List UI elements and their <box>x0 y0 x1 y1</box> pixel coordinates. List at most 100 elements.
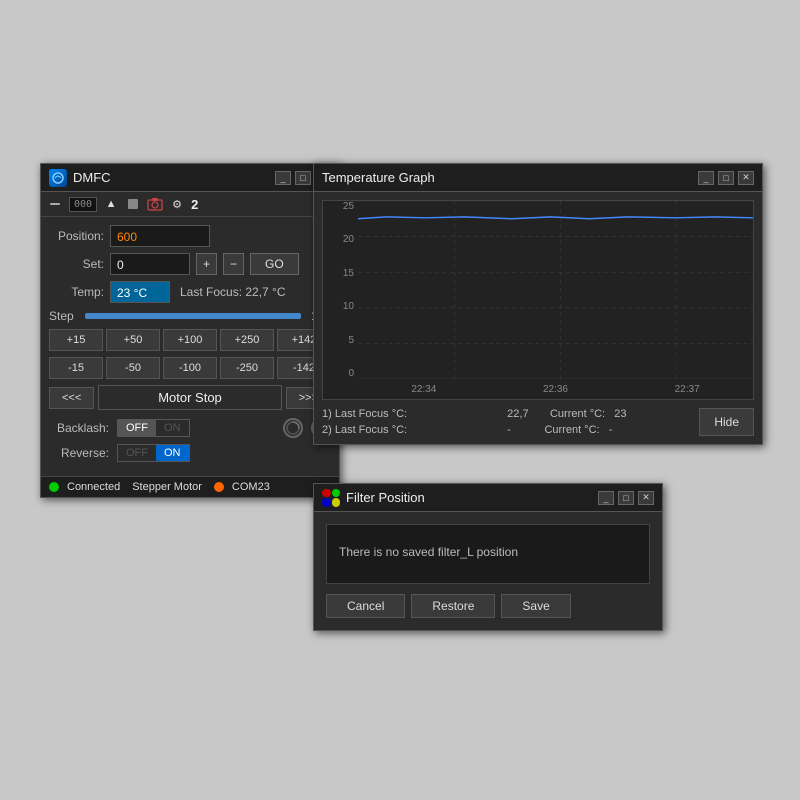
filter-position-window: Filter Position _ □ ✕ There is no saved … <box>313 483 663 631</box>
reverse-on-option[interactable]: ON <box>156 445 189 461</box>
last-focus-2-current: - Current °C: - <box>498 424 671 436</box>
temperature-chart: 25 20 15 10 5 0 <box>322 200 754 400</box>
toolbar-square-icon[interactable] <box>125 196 141 212</box>
reverse-off-option[interactable]: OFF <box>118 445 156 461</box>
temp-minimize-button[interactable]: _ <box>698 171 714 185</box>
position-label: Position: <box>49 229 104 243</box>
dmfc-minimize-button[interactable]: _ <box>275 171 291 185</box>
step-minus-15-button[interactable]: -15 <box>49 357 103 379</box>
step-plus-50-button[interactable]: +50 <box>106 329 160 351</box>
temp-window-controls: _ □ ✕ <box>698 171 754 185</box>
port-text: COM23 <box>232 481 270 493</box>
filter-logo-blue <box>322 498 331 507</box>
reverse-toggle[interactable]: OFF ON <box>117 444 190 462</box>
restore-button[interactable]: Restore <box>411 594 495 618</box>
spin-icon-1 <box>283 418 303 438</box>
position-row: Position: 600 <box>49 225 331 247</box>
positive-step-buttons: +15 +50 +100 +250 +142 <box>49 329 331 351</box>
reverse-label: Reverse: <box>49 446 109 460</box>
dmfc-status-bar: Connected Stepper Motor COM23 <box>41 476 339 497</box>
seg-display: 000 <box>69 197 97 212</box>
dmfc-title-text: DMFC <box>73 170 111 185</box>
motor-control-row: <<< Motor Stop >>> <box>49 385 331 410</box>
y-label-20: 20 <box>343 234 354 245</box>
step-label: Step <box>49 309 79 323</box>
temp-close-button[interactable]: ✕ <box>738 171 754 185</box>
step-plus-15-button[interactable]: +15 <box>49 329 103 351</box>
toolbar-camera-icon[interactable] <box>147 196 163 212</box>
go-button[interactable]: GO <box>250 253 299 275</box>
port-status-dot <box>214 482 224 492</box>
dmfc-logo-icon <box>49 169 67 187</box>
last-focus-1-label: 1) Last Focus °C: <box>322 408 495 420</box>
reverse-row: Reverse: OFF ON <box>49 444 331 462</box>
connection-status-dot <box>49 482 59 492</box>
temp-maximize-button[interactable]: □ <box>718 171 734 185</box>
filter-logo-icon <box>322 489 340 507</box>
toolbar-gear-icon[interactable]: ⚙ <box>169 196 185 212</box>
y-label-15: 15 <box>343 268 354 279</box>
backlash-toggle[interactable]: OFF ON <box>117 419 190 437</box>
filter-maximize-button[interactable]: □ <box>618 491 634 505</box>
filter-minimize-button[interactable]: _ <box>598 491 614 505</box>
hide-button[interactable]: Hide <box>699 408 754 436</box>
last-focus-1-current: 22,7 Current °C: 23 <box>498 408 671 420</box>
temp-row: Temp: 23 °C Last Focus: 22,7 °C <box>49 281 331 303</box>
filter-content: There is no saved filter_L position Canc… <box>314 512 662 630</box>
set-input[interactable]: 0 <box>110 253 190 275</box>
step-plus-250-button[interactable]: +250 <box>220 329 274 351</box>
decrement-button[interactable]: − <box>223 253 244 275</box>
x-label-3: 22:37 <box>675 384 700 395</box>
y-label-0: 0 <box>348 368 354 379</box>
temp-label: Temp: <box>49 285 104 299</box>
step-minus-100-button[interactable]: -100 <box>163 357 217 379</box>
filter-logo-yellow <box>332 498 341 507</box>
increment-button[interactable]: + <box>196 253 217 275</box>
dmfc-content: Position: 600 Set: 0 + − GO Temp: 23 °C … <box>41 217 339 476</box>
chart-x-labels: 22:34 22:36 22:37 <box>358 379 753 399</box>
negative-step-buttons: -15 -50 -100 -250 -142 <box>49 357 331 379</box>
dmfc-title-group: DMFC <box>49 169 111 187</box>
filter-titlebar: Filter Position _ □ ✕ <box>314 484 662 512</box>
step-minus-250-button[interactable]: -250 <box>220 357 274 379</box>
dmfc-toolbar: 000 ▲ ⚙ 2 <box>41 192 339 217</box>
nav-left-button[interactable]: <<< <box>49 387 94 409</box>
last-focus-value: Last Focus: 22,7 °C <box>180 285 286 299</box>
dmfc-maximize-button[interactable]: □ <box>295 171 311 185</box>
filter-title-group: Filter Position <box>322 489 425 507</box>
y-label-10: 10 <box>343 301 354 312</box>
toolbar-up-icon[interactable]: ▲ <box>103 196 119 212</box>
backlash-row: Backlash: OFF ON <box>49 418 331 438</box>
backlash-off-option[interactable]: OFF <box>118 420 156 436</box>
position-value: 600 <box>110 225 210 247</box>
step-minus-50-button[interactable]: -50 <box>106 357 160 379</box>
step-row: Step 142 <box>49 309 331 323</box>
backlash-on-option[interactable]: ON <box>156 420 189 436</box>
temp-value: 23 °C <box>110 281 170 303</box>
step-plus-100-button[interactable]: +100 <box>163 329 217 351</box>
set-label: Set: <box>49 257 104 271</box>
cancel-button[interactable]: Cancel <box>326 594 405 618</box>
chart-y-labels: 25 20 15 10 5 0 <box>323 201 358 379</box>
step-slider[interactable] <box>85 313 301 319</box>
filter-message: There is no saved filter_L position <box>326 524 650 584</box>
filter-close-button[interactable]: ✕ <box>638 491 654 505</box>
toolbar-wrench-icon[interactable] <box>47 196 63 212</box>
y-label-25: 25 <box>343 201 354 212</box>
dmfc-window: DMFC _ □ ✕ 000 ▲ ⚙ 2 Position: 600 <box>40 163 340 498</box>
temp-content: 25 20 15 10 5 0 <box>314 192 762 444</box>
filter-button-row: Cancel Restore Save <box>326 594 650 618</box>
set-row: Set: 0 + − GO <box>49 253 331 275</box>
y-label-5: 5 <box>348 335 354 346</box>
x-label-2: 22:36 <box>543 384 568 395</box>
save-button[interactable]: Save <box>501 594 570 618</box>
filter-logo-green <box>332 489 341 498</box>
backlash-label: Backlash: <box>49 421 109 435</box>
temp-title-group: Temperature Graph <box>322 170 435 185</box>
motor-stop-button[interactable]: Motor Stop <box>98 385 281 410</box>
motor-type-text: Stepper Motor <box>132 481 202 493</box>
dmfc-titlebar: DMFC _ □ ✕ <box>41 164 339 192</box>
toolbar-channel-num: 2 <box>191 197 198 212</box>
filter-title-text: Filter Position <box>346 490 425 505</box>
filter-logo-red <box>322 489 331 498</box>
